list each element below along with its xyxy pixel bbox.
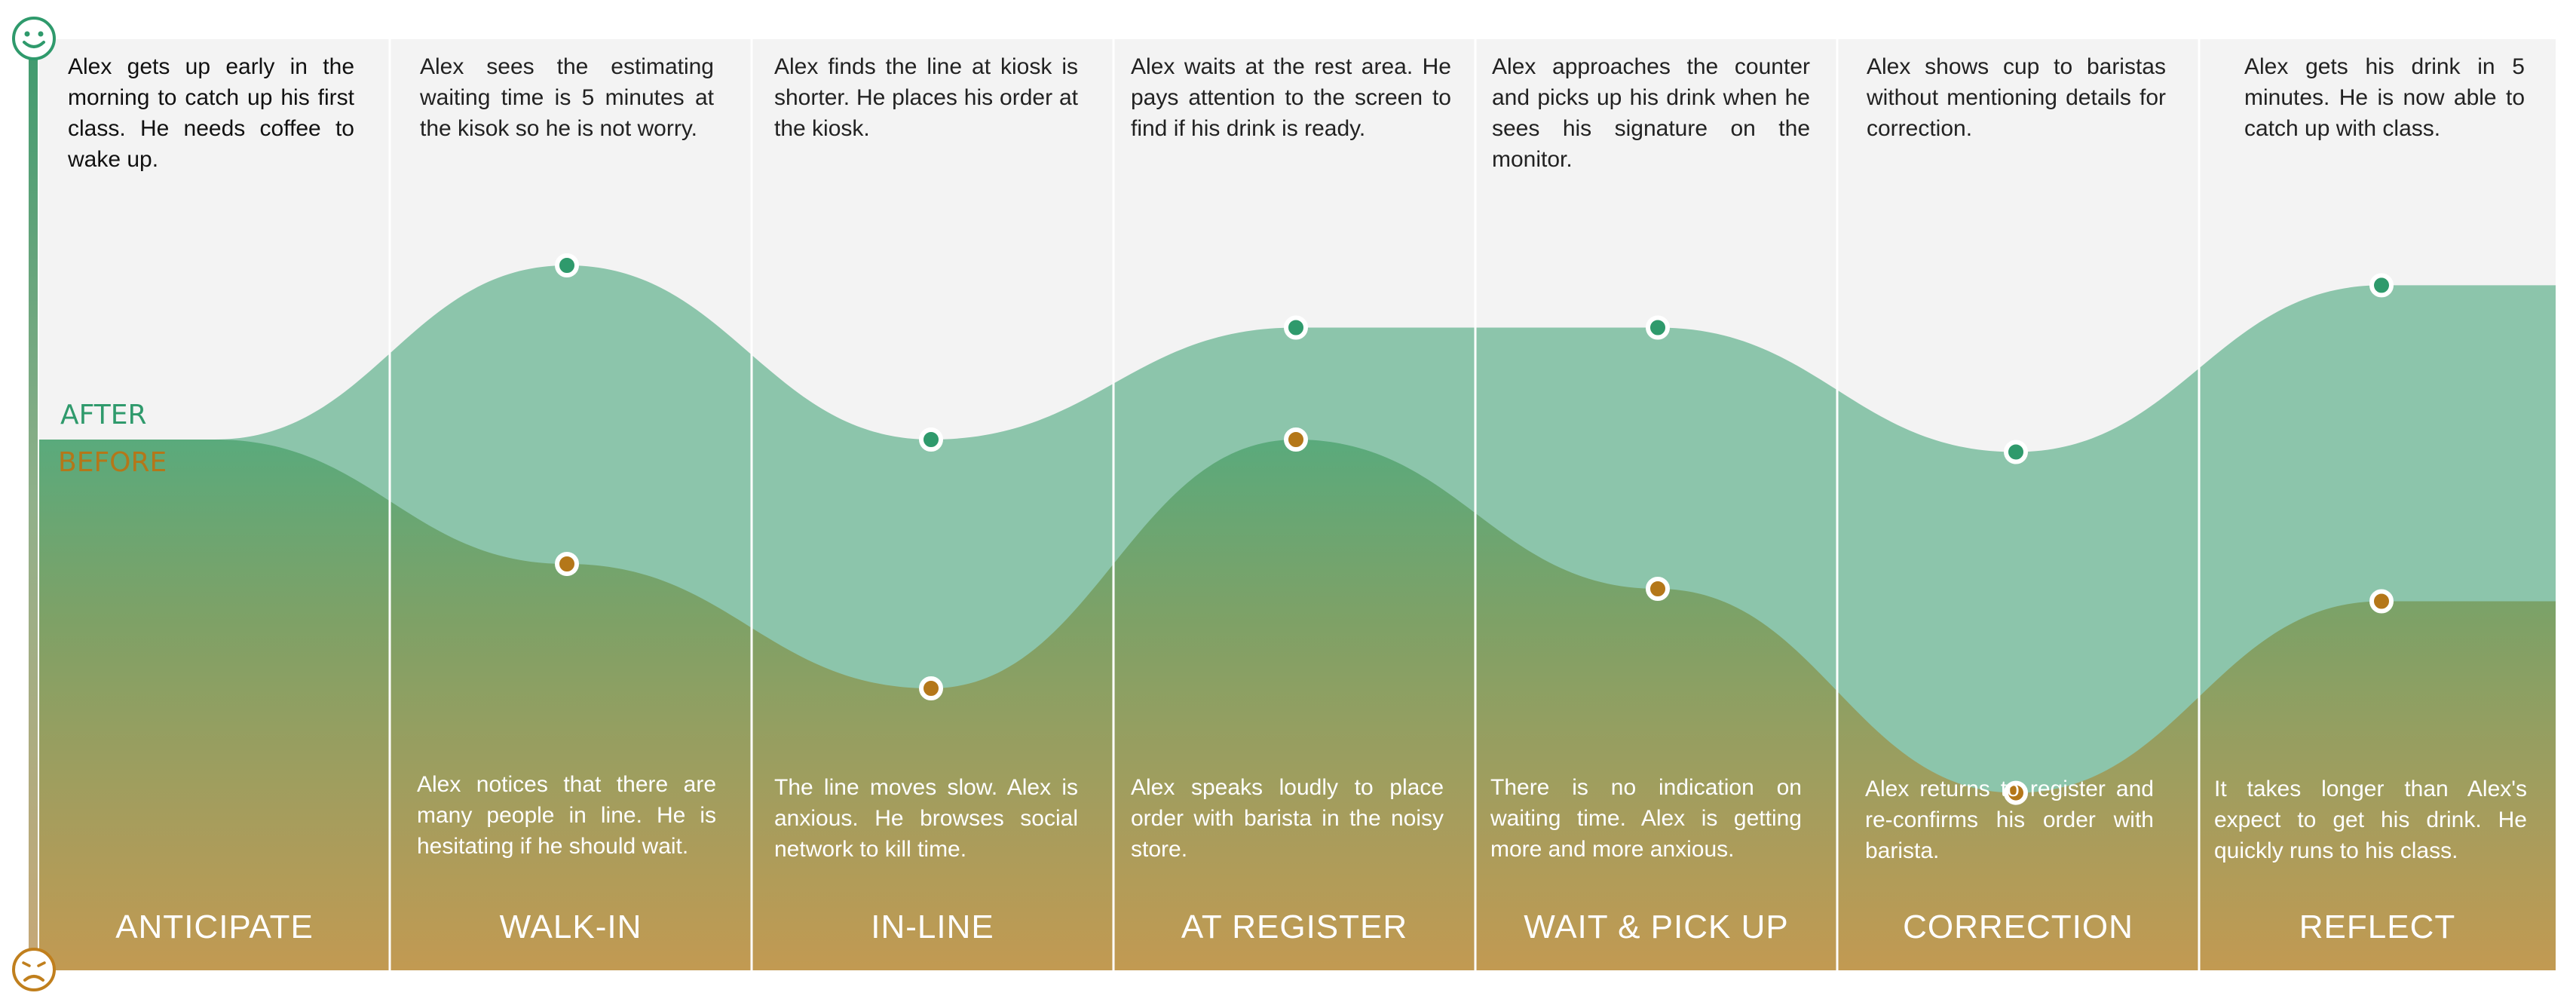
stage-label-reflect: REFLECT xyxy=(2299,908,2456,945)
after-point-stage-5 xyxy=(1646,315,1670,340)
before-point-stage-7 xyxy=(2369,589,2394,614)
stage-label-anticipate: ANTICIPATE xyxy=(115,908,314,945)
after-point-stage-6 xyxy=(2004,440,2028,464)
legend-before: BEFORE xyxy=(58,447,167,478)
stage-2-bottom-text: Alex notices that there are many people … xyxy=(417,772,716,859)
stage-7-bottom-text: It takes longer than Alex's expect to ge… xyxy=(2214,777,2527,863)
before-point-stage-4 xyxy=(1284,427,1308,452)
legend-after: AFTER xyxy=(60,400,147,430)
after-point-stage-2 xyxy=(555,253,579,277)
mood-scale-bar xyxy=(29,39,38,959)
stage-label-correction: CORRECTION xyxy=(1903,908,2133,945)
after-point-stage-3 xyxy=(919,427,943,452)
after-point-stage-4 xyxy=(1284,315,1308,340)
stage-4-bottom-text: Alex speaks loudly to place order with b… xyxy=(1131,775,1444,862)
sad-face-icon xyxy=(12,948,56,991)
stage-2-top-text: Alex sees the estimating waiting time is… xyxy=(420,54,714,141)
stage-1-top-text: Alex gets up early in the morning to cat… xyxy=(68,54,354,172)
after-point-stage-7 xyxy=(2369,273,2394,298)
stage-3-bottom-text: The line moves slow. Alex is anxious. He… xyxy=(774,775,1078,862)
stage-label-walk-in: WALK-IN xyxy=(499,908,642,945)
stage-label-in-line: IN-LINE xyxy=(871,908,994,945)
stage-4-top-text: Alex waits at the rest area. He pays att… xyxy=(1131,54,1451,141)
before-point-stage-5 xyxy=(1646,577,1670,601)
stage-6-top-text: Alex shows cup to baristas without menti… xyxy=(1867,54,2166,141)
stage-7-top-text: Alex gets his drink in 5 minutes. He is … xyxy=(2244,54,2525,141)
stage-5-top-text: Alex approaches the counter and picks up… xyxy=(1492,54,1810,172)
stage-3-top-text: Alex finds the line at kiosk is shorter.… xyxy=(774,54,1078,141)
stage-label-wait-pick-up: WAIT & PICK UP xyxy=(1524,908,1789,945)
stage-label-at-register: AT REGISTER xyxy=(1181,908,1408,945)
stage-6-bottom-text: Alex returns to register and re-confirms… xyxy=(1865,777,2154,863)
smiley-face-icon xyxy=(12,17,56,60)
before-point-stage-2 xyxy=(555,552,579,576)
stage-5-bottom-text: There is no indication on waiting time. … xyxy=(1490,775,1802,862)
before-point-stage-3 xyxy=(919,676,943,700)
